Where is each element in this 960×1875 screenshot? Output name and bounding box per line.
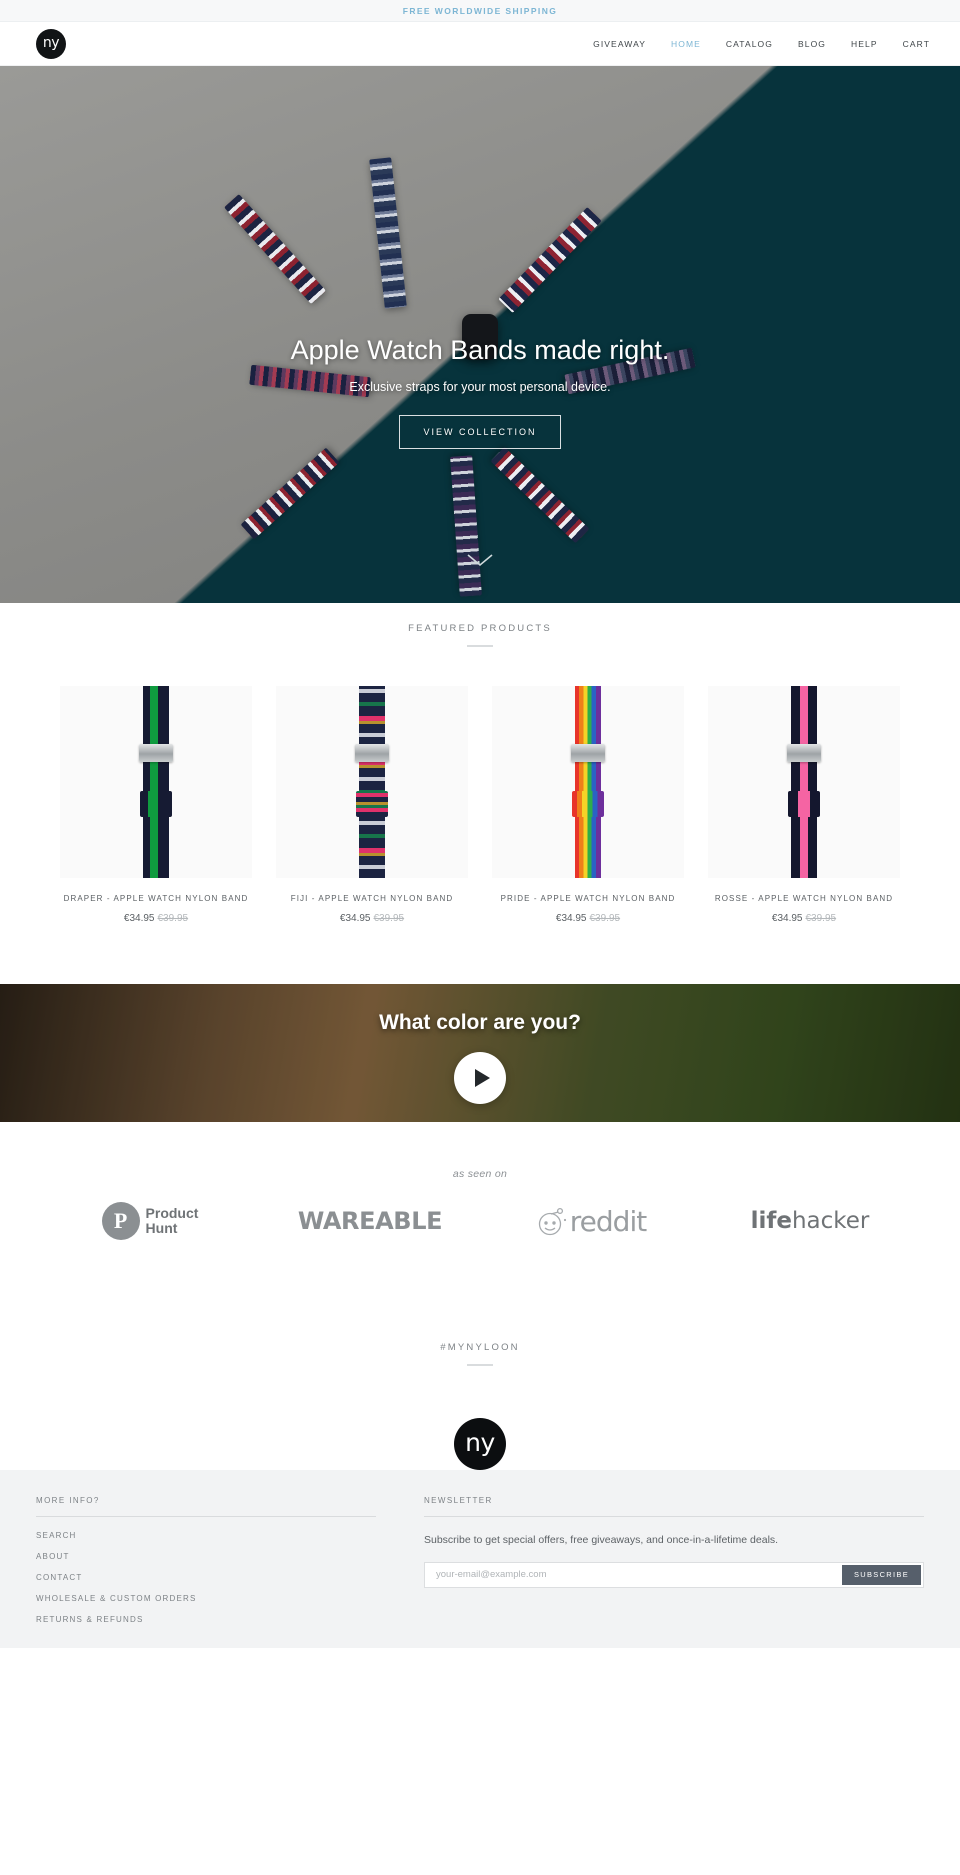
price-current: €34.95 — [123, 913, 155, 924]
nav-item-giveaway[interactable]: GIVEAWAY — [593, 39, 646, 49]
video-banner[interactable]: What color are you? — [0, 984, 960, 1122]
price-current: €34.95 — [339, 913, 371, 924]
press-logo-lifehacker[interactable]: lifehacker — [700, 1208, 920, 1234]
hero-title: Apple Watch Bands made right. — [290, 335, 670, 365]
product-price: €34.95 €39.95 — [492, 913, 684, 924]
site-header: ny GIVEAWAY HOME CATALOG BLOG HELP CART — [0, 22, 960, 66]
nav-item-cart[interactable]: CART — [903, 39, 930, 49]
subscribe-button[interactable]: SUBSCRIBE — [841, 1564, 921, 1585]
press-logo-reddit[interactable]: reddit — [480, 1205, 700, 1238]
product-image-rosse — [708, 686, 900, 878]
product-price: €34.95 €39.95 — [708, 913, 900, 924]
product-image-fiji — [276, 686, 468, 878]
nav-item-blog[interactable]: BLOG — [798, 39, 826, 49]
product-image-pride — [492, 686, 684, 878]
footer-link-about[interactable]: ABOUT — [36, 1552, 376, 1561]
product-name: FIJI - APPLE WATCH NYLON BAND — [290, 894, 454, 903]
hero-subtitle: Exclusive straps for your most personal … — [349, 380, 611, 395]
play-video-button[interactable] — [454, 1052, 506, 1104]
product-card-rosse[interactable]: ROSSE - APPLE WATCH NYLON BAND €34.95 €39… — [708, 686, 900, 924]
product-grid: DRAPER - APPLE WATCH NYLON BAND €34.95 €3… — [0, 686, 960, 924]
reddit-alien-icon — [538, 1207, 566, 1236]
price-compare: €39.95 — [805, 913, 837, 924]
footer-more-info-column: MORE INFO? SEARCH ABOUT CONTACT WHOLESAL… — [36, 1496, 376, 1624]
footer-link-search[interactable]: SEARCH — [36, 1531, 376, 1540]
reddit-wordmark: reddit — [569, 1204, 647, 1238]
heading-rule — [467, 645, 493, 647]
scroll-down-button[interactable] — [0, 553, 960, 567]
product-price: €34.95 €39.95 — [60, 913, 252, 924]
hashtag-rule — [467, 1364, 493, 1366]
product-hunt-line2: Hunt — [145, 1220, 178, 1236]
view-collection-button[interactable]: VIEW COLLECTION — [399, 415, 561, 450]
footer-link-wholesale[interactable]: WHOLESALE & CUSTOM ORDERS — [36, 1594, 376, 1603]
price-current: €34.95 — [555, 913, 587, 924]
nav-item-catalog[interactable]: CATALOG — [726, 39, 773, 49]
more-info-heading: MORE INFO? — [36, 1496, 376, 1517]
press-logo-product-hunt[interactable]: P Product Hunt — [40, 1202, 260, 1240]
nav-item-home[interactable]: HOME — [671, 39, 701, 49]
product-hunt-line1: Product — [145, 1205, 199, 1222]
product-price: €34.95 €39.95 — [276, 913, 468, 924]
as-seen-on-label: as seen on — [452, 1168, 508, 1180]
product-image-draper — [60, 686, 252, 878]
newsletter-form: SUBSCRIBE — [424, 1561, 924, 1588]
featured-title: FEATURED PRODUCTS — [408, 623, 552, 634]
product-name: DRAPER - APPLE WATCH NYLON BAND — [63, 894, 249, 903]
product-name: ROSSE - APPLE WATCH NYLON BAND — [714, 894, 894, 903]
price-compare: €39.95 — [373, 913, 405, 924]
press-logo-wareable[interactable]: WAREABLE — [260, 1207, 480, 1235]
footer-link-contact[interactable]: CONTACT — [36, 1573, 376, 1582]
footer-link-returns[interactable]: RETURNS & REFUNDS — [36, 1615, 376, 1624]
press-section: as seen on P Product Hunt WAREABLE reddi… — [0, 1122, 960, 1300]
main-navigation: GIVEAWAY HOME CATALOG BLOG HELP CART — [593, 39, 940, 49]
lifehacker-bold: life — [750, 1208, 792, 1234]
newsletter-email-input[interactable] — [425, 1562, 840, 1587]
footer-links-list: SEARCH ABOUT CONTACT WHOLESALE & CUSTOM … — [36, 1531, 376, 1624]
nav-item-help[interactable]: HELP — [851, 39, 878, 49]
product-name: PRIDE - APPLE WATCH NYLON BAND — [500, 894, 676, 903]
product-hunt-icon: P — [101, 1202, 140, 1240]
product-card-pride[interactable]: PRIDE - APPLE WATCH NYLON BAND €34.95 €39… — [492, 686, 684, 924]
price-compare: €39.95 — [589, 913, 621, 924]
chevron-down-icon — [467, 554, 493, 567]
lifehacker-rest: hacker — [791, 1208, 870, 1234]
footer-logo-wrapper: ny — [0, 1396, 960, 1470]
play-icon — [474, 1069, 490, 1087]
price-compare: €39.95 — [157, 913, 189, 924]
announcement-bar: FREE WORLDWIDE SHIPPING — [0, 0, 960, 22]
video-title: What color are you? — [379, 1011, 581, 1034]
price-current: €34.95 — [771, 913, 803, 924]
site-logo[interactable]: ny — [36, 28, 66, 59]
product-card-draper[interactable]: DRAPER - APPLE WATCH NYLON BAND €34.95 €3… — [60, 686, 252, 924]
footer-logo-glyph: ny — [465, 1427, 495, 1457]
product-card-fiji[interactable]: FIJI - APPLE WATCH NYLON BAND €34.95 €39.… — [276, 686, 468, 924]
hashtag-section: #MYNYLOON — [0, 1300, 960, 1396]
announcement-text: FREE WORLDWIDE SHIPPING — [402, 5, 558, 16]
newsletter-description: Subscribe to get special offers, free gi… — [424, 1534, 779, 1546]
hashtag-title: #MYNYLOON — [440, 1342, 520, 1353]
footer-newsletter-column: NEWSLETTER Subscribe to get special offe… — [424, 1496, 924, 1624]
hero-banner: Apple Watch Bands made right. Exclusive … — [0, 66, 960, 603]
footer-logo[interactable]: ny — [454, 1418, 506, 1470]
featured-products-section: FEATURED PRODUCTS DRAPER - APPLE WATCH N… — [0, 567, 960, 984]
logo-glyph: ny — [42, 34, 60, 51]
featured-heading: FEATURED PRODUCTS — [0, 623, 960, 647]
press-logo-row: P Product Hunt WAREABLE reddit lifehacke… — [0, 1202, 960, 1240]
site-footer: MORE INFO? SEARCH ABOUT CONTACT WHOLESAL… — [0, 1444, 960, 1648]
newsletter-heading: NEWSLETTER — [424, 1496, 924, 1517]
wareable-wordmark: WAREABLE — [297, 1207, 443, 1235]
